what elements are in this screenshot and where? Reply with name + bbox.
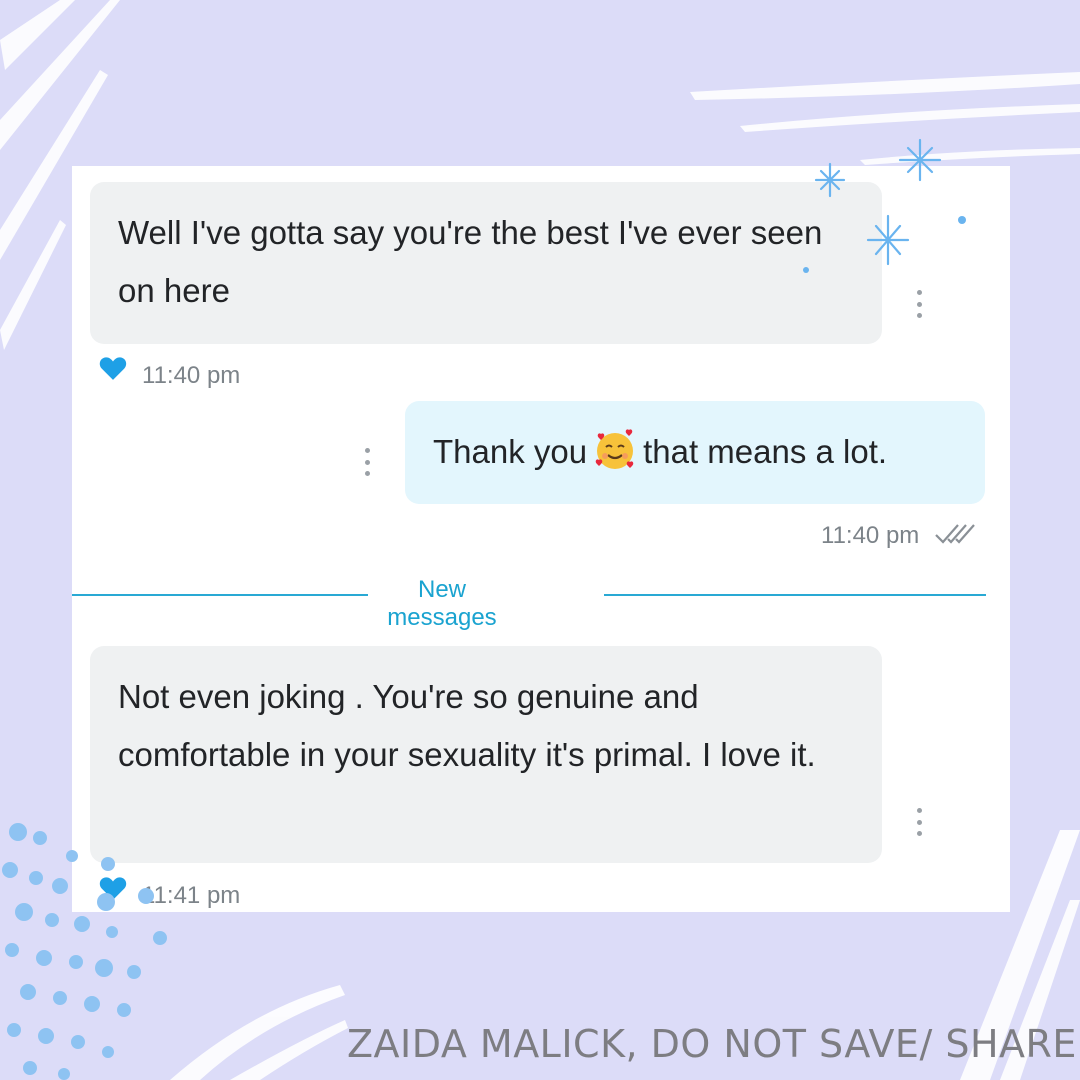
divider-line-right (604, 594, 986, 596)
incoming-message-bubble[interactable]: Well I've gotta say you're the best I've… (90, 182, 882, 344)
smiling-face-with-hearts-icon (595, 429, 634, 469)
watermark-text: ZAIDA MALICK, DO NOT SAVE/ SHARE (347, 1022, 1077, 1066)
outgoing-message-bubble[interactable]: Thank you that means a lot. (405, 401, 985, 504)
message-text: Well I've gotta say you're the best I've… (118, 214, 823, 309)
message-text-start: Thank you (433, 433, 588, 470)
more-options-icon[interactable] (916, 290, 922, 318)
more-options-icon[interactable] (364, 448, 370, 476)
message-timestamp: 11:40 pm (821, 522, 920, 549)
message-text: Not even joking . You're so genuine and … (118, 678, 816, 773)
message-timestamp: 11:40 pm (142, 362, 241, 389)
heart-icon[interactable] (98, 355, 128, 381)
divider-line-left (72, 594, 368, 596)
more-options-icon[interactable] (916, 808, 922, 836)
message-text-end: that means a lot. (643, 433, 888, 470)
double-check-icon (935, 524, 975, 544)
sparkle-decoration (803, 138, 966, 273)
new-messages-label: New messages (387, 576, 497, 631)
dot-pattern-decoration (2, 823, 167, 1080)
